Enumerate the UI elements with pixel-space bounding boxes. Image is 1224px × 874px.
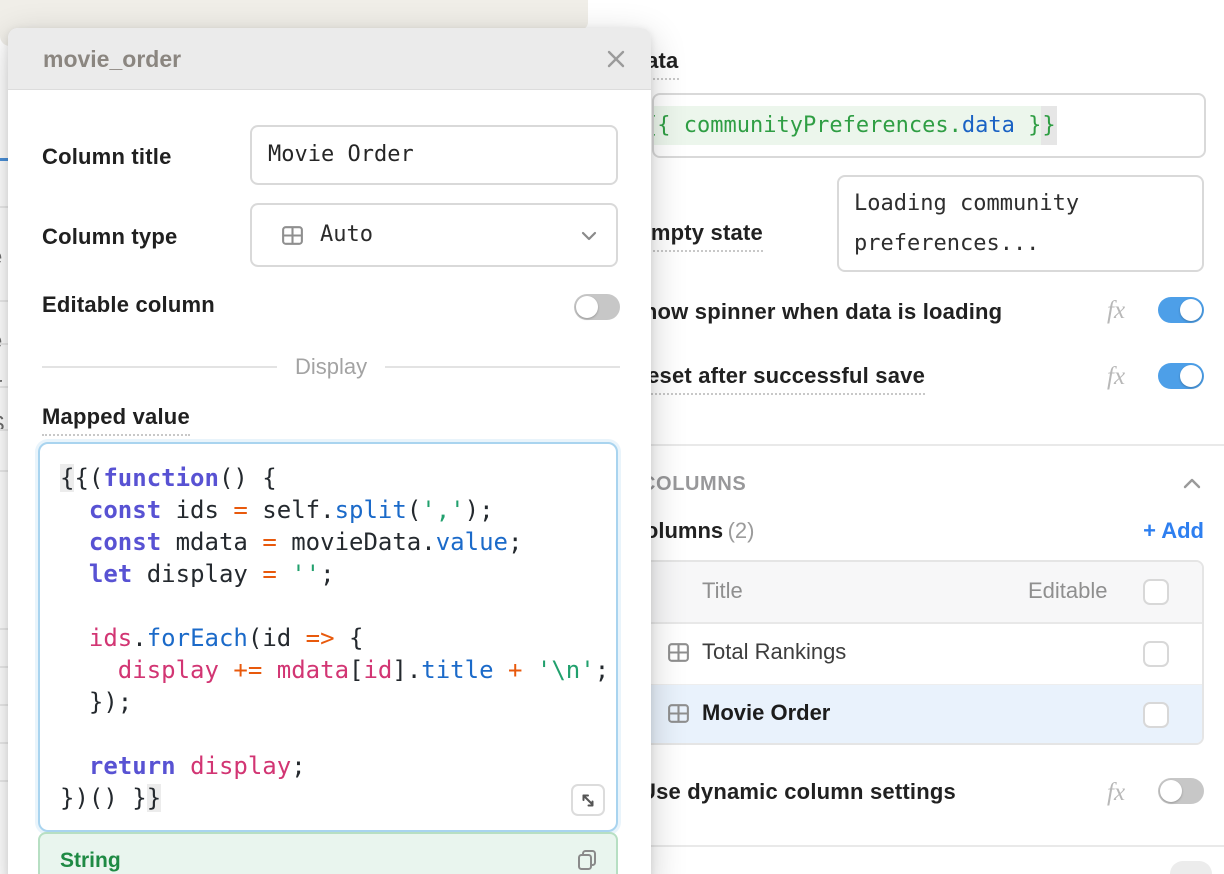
fx-icon[interactable]: fx (1107, 779, 1125, 807)
grid-icon (280, 223, 305, 248)
editable-column-header: Editable (1028, 578, 1108, 604)
section-divider (560, 845, 1224, 847)
toggle-knob (576, 296, 598, 318)
column-type-label: Column type (42, 224, 177, 250)
column-row[interactable]: Movie Order (622, 685, 1202, 745)
empty-state-input[interactable]: Loading community preferences... (837, 175, 1204, 272)
dynamic-column-settings-toggle[interactable] (1158, 778, 1204, 804)
empty-state-label: Empty state (636, 220, 763, 246)
result-type-badge: String (60, 849, 121, 873)
mapped-value-code-editor[interactable]: {{(function() { const ids = self.split('… (38, 442, 618, 832)
editor-result-footer: String (38, 832, 618, 874)
expression-token: data (962, 106, 1015, 145)
code-line: {{(function() { (60, 462, 609, 494)
code-line: }); (60, 686, 609, 718)
column-title-input[interactable]: Movie Order (250, 125, 618, 185)
column-row-title: Total Rankings (702, 639, 846, 665)
toggle-knob (1160, 780, 1182, 802)
expression-token: } (1041, 106, 1056, 145)
toggle-knob (1180, 365, 1202, 387)
code-content: {{(function() { const ids = self.split('… (60, 462, 609, 814)
column-row[interactable]: Total Rankings (622, 624, 1202, 685)
code-line: ids.forEach(id => { (60, 622, 609, 654)
dynamic-column-settings-label: Use dynamic column settings (640, 779, 956, 805)
code-line: const ids = self.split(','); (60, 494, 609, 526)
column-title-value: Movie Order (268, 142, 414, 167)
popover-header[interactable]: movie_order (8, 28, 651, 90)
column-settings-popover: movie_order Column title Movie Order Col… (8, 28, 651, 874)
grid-icon (666, 701, 691, 726)
code-line: display += mdata[id].title + '\n'; (60, 654, 609, 686)
editable-all-checkbox[interactable] (1143, 579, 1169, 605)
toggle-knob (1180, 299, 1202, 321)
mapped-value-label: Mapped value (42, 404, 190, 430)
editable-row-checkbox[interactable] (1143, 702, 1169, 728)
title-column-header: Title (702, 578, 743, 604)
expand-editor-icon (578, 790, 598, 810)
code-line (60, 718, 609, 750)
data-expression-input[interactable]: {{ communityPreferences.data }} (652, 93, 1206, 158)
close-icon[interactable] (605, 48, 627, 70)
fx-icon[interactable]: fx (1107, 297, 1125, 325)
add-column-button[interactable]: + Add (1143, 518, 1204, 544)
copy-icon[interactable] (574, 847, 600, 873)
column-type-value: Auto (320, 222, 373, 247)
editable-column-label: Editable column (42, 292, 215, 318)
screen: eerSol Data {{ communityPreferences.data… (0, 0, 1224, 874)
expand-editor-button[interactable] (571, 784, 605, 816)
chevron-down-icon (578, 227, 600, 245)
column-title-label: Column title (42, 144, 172, 170)
code-line: const mdata = movieData.value; (60, 526, 609, 558)
column-type-select[interactable]: Auto (250, 203, 618, 267)
chevron-up-icon[interactable] (1180, 474, 1204, 494)
display-section-divider: Display (42, 354, 620, 380)
editable-column-toggle[interactable] (574, 294, 620, 320)
fx-icon[interactable]: fx (1107, 363, 1125, 391)
expression-token: {{ communityPreferences. (652, 106, 962, 145)
reset-after-save-toggle[interactable] (1158, 363, 1204, 389)
columns-table: Title Editable Total Rankings Movie Order (620, 560, 1204, 745)
expression-token: } (1015, 106, 1042, 145)
code-line: return display; (60, 750, 609, 782)
code-line (60, 590, 609, 622)
popover-title: movie_order (43, 46, 181, 73)
editable-row-checkbox[interactable] (1143, 641, 1169, 667)
show-spinner-label: Show spinner when data is loading (629, 299, 1002, 325)
columns-section-header[interactable]: COLUMNS (641, 473, 746, 496)
partial-toggle[interactable] (1170, 861, 1212, 874)
columns-table-header: Title Editable (622, 562, 1202, 624)
display-divider-label: Display (277, 354, 385, 380)
code-line: let display = ''; (60, 558, 609, 590)
section-divider (560, 444, 1224, 446)
reset-after-save-label: Reset after successful save (631, 363, 925, 389)
data-expression-value: {{ communityPreferences.data }} (652, 95, 1057, 156)
code-line: })() }} (60, 782, 609, 814)
column-row-title: Movie Order (702, 700, 830, 726)
show-spinner-toggle[interactable] (1158, 297, 1204, 323)
grid-icon (666, 640, 691, 665)
